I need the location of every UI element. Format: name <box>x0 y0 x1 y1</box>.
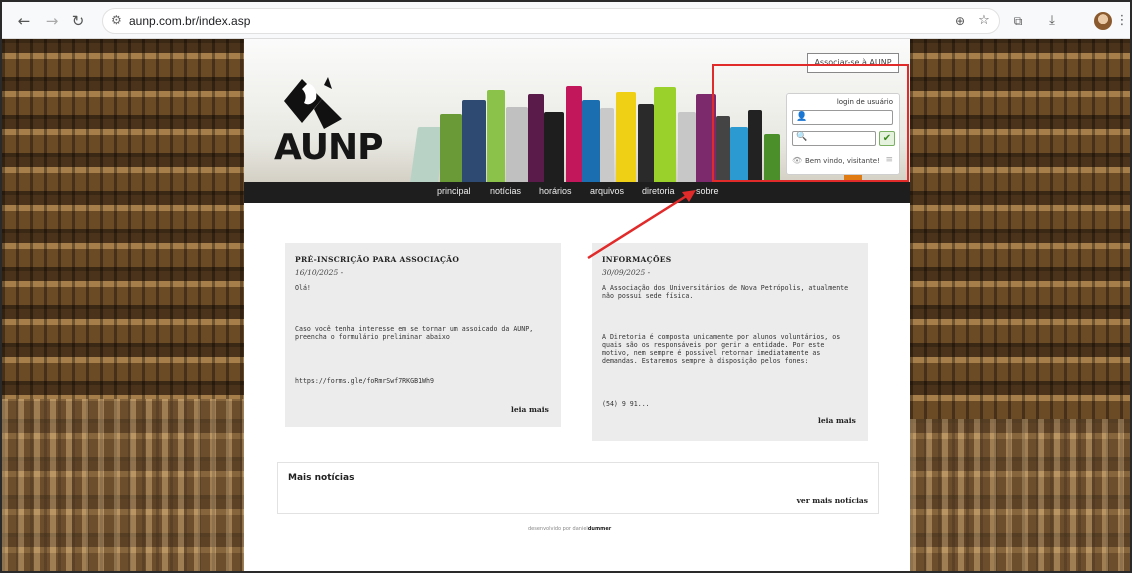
banner-book <box>487 90 505 182</box>
more-news-title: Mais notícias <box>288 473 355 483</box>
news-text: (54) 9 91... <box>602 400 650 408</box>
screenshot-frame: ← → ↻ ⚙ aunp.com.br/index.asp ⊕ ☆ ⧉ ⤓ ⋮ <box>0 0 1132 573</box>
news-text: Olá! <box>295 284 311 292</box>
nav-item-sobre[interactable]: sobre <box>696 186 719 196</box>
nav-item-horarios[interactable]: horários <box>539 186 572 196</box>
news-text: https://forms.gle/foRmrSwf7RKGB1Wh9 <box>295 377 434 385</box>
more-news-box: Mais notícias ver mais notícias <box>277 462 879 514</box>
library-background-left <box>2 39 244 571</box>
back-arrow-icon[interactable]: ← <box>14 11 34 31</box>
nav-item-arquivos[interactable]: arquivos <box>590 186 624 196</box>
nav-item-diretoria[interactable]: diretoria <box>642 186 675 196</box>
extensions-icon[interactable]: ⧉ <box>1008 11 1028 31</box>
bookmark-star-icon[interactable]: ☆ <box>974 11 994 31</box>
banner-book <box>678 112 696 182</box>
news-card: INFORMAÇÕES 30/09/2025 - A Associação do… <box>592 243 868 441</box>
address-bar[interactable]: ⚙ aunp.com.br/index.asp <box>102 8 1000 34</box>
highlight-box <box>712 64 909 182</box>
banner-book <box>528 94 544 182</box>
banner-book <box>582 100 600 182</box>
logo-text: AUNP <box>274 127 383 168</box>
library-background-right <box>910 39 1130 571</box>
read-more-link[interactable]: leia mais <box>511 405 549 414</box>
news-date: 30/09/2025 - <box>602 268 651 277</box>
main-nav: principal notícias horários arquivos dir… <box>244 182 910 203</box>
news-title[interactable]: INFORMAÇÕES <box>602 255 672 264</box>
news-date: 16/10/2025 - <box>295 268 344 277</box>
footer-prefix: desenvolvido por daniel <box>528 526 588 532</box>
forward-arrow-icon[interactable]: → <box>42 11 62 31</box>
banner-book <box>638 104 654 182</box>
zoom-icon[interactable]: ⊕ <box>950 11 970 31</box>
url-text[interactable]: aunp.com.br/index.asp <box>129 14 250 28</box>
site-settings-icon[interactable]: ⚙ <box>111 13 122 27</box>
news-card: PRÉ-INSCRIÇÃO PARA ASSOCIAÇÃO 16/10/2025… <box>285 243 561 427</box>
nav-item-noticias[interactable]: notícias <box>490 186 521 196</box>
reload-icon[interactable]: ↻ <box>68 11 88 31</box>
banner-book <box>566 86 582 182</box>
read-more-link[interactable]: leia mais <box>818 416 856 425</box>
footer-credit: desenvolvido por danieldummer <box>528 526 611 532</box>
banner-book <box>544 112 564 182</box>
site-container: AUNP Associar-se à AUNP login de usuário… <box>244 39 910 571</box>
browser-toolbar: ← → ↻ ⚙ aunp.com.br/index.asp ⊕ ☆ ⧉ ⤓ ⋮ <box>2 2 1130 39</box>
banner-book <box>462 100 486 182</box>
news-title[interactable]: PRÉ-INSCRIÇÃO PARA ASSOCIAÇÃO <box>295 255 459 264</box>
header-banner: AUNP Associar-se à AUNP login de usuário… <box>244 39 910 182</box>
news-text: A Diretoria é composta unicamente por al… <box>602 333 841 365</box>
footer-author[interactable]: dummer <box>588 526 611 532</box>
banner-book <box>654 87 676 182</box>
banner-book <box>600 108 614 182</box>
news-text: Caso você tenha interesse em se tornar u… <box>295 325 534 341</box>
more-news-link[interactable]: ver mais notícias <box>797 496 868 505</box>
profile-avatar[interactable] <box>1094 12 1112 30</box>
news-text: A Associação dos Universitários de Nova … <box>602 284 849 300</box>
banner-book <box>440 114 462 182</box>
download-icon[interactable]: ⤓ <box>1042 11 1062 31</box>
banner-book <box>506 107 528 182</box>
aunp-logo-icon <box>284 77 342 129</box>
nav-item-principal[interactable]: principal <box>437 186 471 196</box>
banner-book <box>616 92 636 182</box>
browser-menu-icon[interactable]: ⋮ <box>1112 11 1130 31</box>
